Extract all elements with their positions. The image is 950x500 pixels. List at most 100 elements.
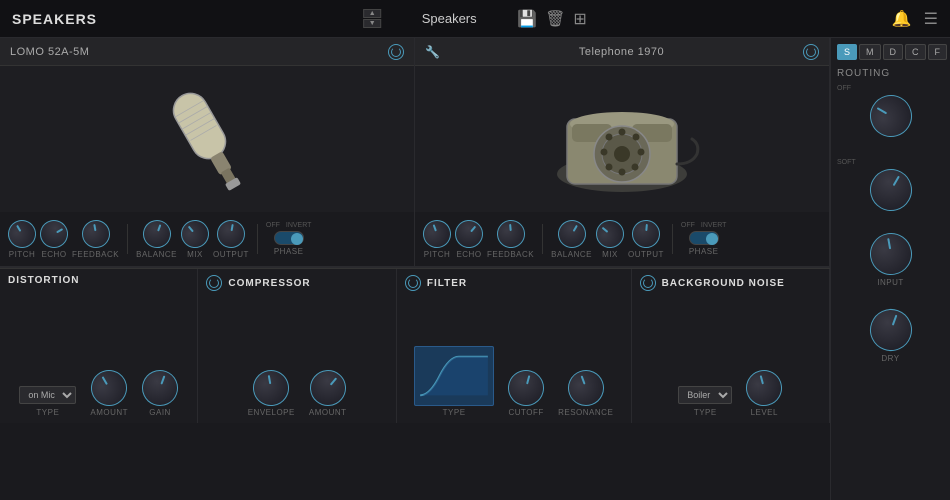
phase-switch-2[interactable] bbox=[689, 231, 719, 245]
routing-soft-knob[interactable] bbox=[862, 161, 919, 218]
preset-down-arrow[interactable]: ▼ bbox=[363, 19, 381, 28]
instrument-slot-lomo: LOMO 52A-5M bbox=[0, 38, 415, 267]
instrument-image-telephone bbox=[415, 66, 829, 212]
distortion-gain-label: GAIN bbox=[149, 408, 171, 417]
feedback-label-1: FEEDBACK bbox=[72, 250, 119, 259]
instrument-name-lomo: LOMO 52A-5M bbox=[10, 46, 89, 58]
compressor-power-btn[interactable] bbox=[206, 275, 222, 291]
sidebar-soft-group: SOFT bbox=[837, 159, 944, 211]
header: SPEAKERS ▲ ▼ Speakers 💾 🗑 ⊞ 🔔 ☰ bbox=[0, 0, 950, 38]
routing-off-knob[interactable] bbox=[862, 87, 919, 144]
wrench-icon[interactable]: 🔧 bbox=[425, 45, 440, 59]
distortion-title: DISTORTION bbox=[8, 275, 79, 286]
input-knob[interactable] bbox=[866, 230, 915, 279]
bg-noise-type-label: TYPE bbox=[694, 408, 717, 417]
power-button-telephone[interactable] bbox=[803, 44, 819, 60]
phase-switch-1[interactable] bbox=[274, 231, 304, 245]
knob-group-feedback-1: FEEDBACK bbox=[72, 220, 119, 259]
sidebar-dry-group: DRY bbox=[837, 309, 944, 363]
save-icon[interactable]: 💾 bbox=[517, 9, 537, 29]
filter-type-display[interactable] bbox=[414, 346, 494, 406]
tab-c[interactable]: C bbox=[905, 44, 926, 60]
power-button-lomo[interactable] bbox=[388, 44, 404, 60]
bg-noise-level-knob[interactable] bbox=[742, 366, 786, 410]
distortion-gain-knob[interactable] bbox=[137, 365, 183, 411]
compressor-amount-group: AMOUNT bbox=[309, 370, 347, 417]
output-label-2: OUTPUT bbox=[628, 250, 664, 259]
controls-row-lomo: PITCH ECHO FEEDBACK BALANCE bbox=[0, 212, 414, 267]
pitch-knob-2[interactable] bbox=[419, 216, 455, 252]
instrument-header-lomo: LOMO 52A-5M bbox=[0, 38, 414, 66]
mix-knob-2[interactable] bbox=[590, 214, 629, 253]
compressor-title: COMPRESSOR bbox=[228, 278, 310, 289]
echo-knob-2[interactable] bbox=[449, 214, 488, 253]
knob-group-feedback-2: FEEDBACK bbox=[487, 220, 534, 259]
knob-group-echo-1: ECHO bbox=[40, 220, 68, 259]
balance-knob-2[interactable] bbox=[552, 214, 590, 252]
balance-knob-1[interactable] bbox=[139, 216, 175, 252]
delete-icon[interactable]: 🗑 bbox=[545, 9, 565, 29]
pitch-label-1: PITCH bbox=[9, 250, 36, 259]
echo-knob-1[interactable] bbox=[35, 214, 73, 252]
output-knob-2[interactable] bbox=[631, 218, 661, 248]
instrument-image-lomo bbox=[0, 66, 414, 212]
preset-arrows[interactable]: ▲ ▼ bbox=[363, 9, 381, 28]
menu-icon[interactable]: ☰ bbox=[924, 9, 938, 29]
preset-up-arrow[interactable]: ▲ bbox=[363, 9, 381, 18]
compressor-panel: COMPRESSOR ENVELOPE AMOUNT bbox=[198, 269, 396, 423]
bg-noise-power-btn[interactable] bbox=[640, 275, 656, 291]
filter-title: FILTER bbox=[427, 278, 467, 289]
filter-power-btn[interactable] bbox=[405, 275, 421, 291]
distortion-amount-knob[interactable] bbox=[85, 363, 134, 412]
distortion-amount-group: AMOUNT bbox=[90, 370, 128, 417]
compressor-controls: ENVELOPE AMOUNT bbox=[206, 299, 387, 417]
filter-resonance-knob[interactable] bbox=[563, 365, 609, 411]
compressor-amount-label: AMOUNT bbox=[309, 408, 347, 417]
output-knob-1[interactable] bbox=[215, 217, 247, 249]
phase-invert-label-2: INVERT bbox=[701, 222, 727, 229]
bg-noise-type-group: Boiler TYPE bbox=[678, 386, 732, 417]
instrument-name-telephone: Telephone 1970 bbox=[579, 46, 664, 58]
tab-m[interactable]: M bbox=[859, 44, 881, 60]
knob-group-pitch-1: PITCH bbox=[8, 220, 36, 259]
phase-off-label-2: OFF bbox=[681, 222, 695, 229]
balance-label-2: BALANCE bbox=[551, 250, 592, 259]
filter-type-group: TYPE bbox=[414, 346, 494, 417]
background-noise-header: BACKGROUND NOISE bbox=[640, 275, 821, 291]
sidebar-soft-label: SOFT bbox=[837, 159, 856, 166]
main-content: LOMO 52A-5M bbox=[0, 38, 950, 500]
dry-label: DRY bbox=[881, 354, 899, 363]
compressor-envelope-knob[interactable] bbox=[250, 367, 292, 409]
compressor-envelope-group: ENVELOPE bbox=[248, 370, 295, 417]
sidebar-off-group: OFF bbox=[837, 85, 944, 137]
distortion-type-select[interactable]: on Mic bbox=[19, 386, 76, 404]
compressor-header: COMPRESSOR bbox=[206, 275, 387, 291]
tab-s[interactable]: S bbox=[837, 44, 857, 60]
bell-icon[interactable]: 🔔 bbox=[892, 9, 912, 29]
compressor-envelope-label: ENVELOPE bbox=[248, 408, 295, 417]
bg-noise-type-select[interactable]: Boiler bbox=[678, 386, 732, 404]
tab-row: S M D C F bbox=[837, 44, 944, 60]
instruments-panel: LOMO 52A-5M bbox=[0, 38, 830, 500]
phase-toggle-group-1: OFF INVERT PHASE bbox=[266, 222, 312, 256]
expand-icon[interactable]: ⊞ bbox=[573, 9, 586, 29]
filter-curve-svg bbox=[415, 347, 493, 405]
tab-d[interactable]: D bbox=[883, 44, 904, 60]
mix-label-2: MIX bbox=[602, 250, 618, 259]
mix-knob-1[interactable] bbox=[175, 214, 214, 253]
distortion-header: DISTORTION bbox=[8, 275, 189, 286]
feedback-knob-2[interactable] bbox=[495, 218, 525, 248]
bg-noise-level-group: LEVEL bbox=[746, 370, 782, 417]
filter-cutoff-knob[interactable] bbox=[504, 366, 548, 410]
right-sidebar: S M D C F ROUTING OFF SOFT INPUT DRY bbox=[830, 38, 950, 500]
knob-group-output-2: OUTPUT bbox=[628, 220, 664, 259]
distortion-gain-group: GAIN bbox=[142, 370, 178, 417]
background-noise-title: BACKGROUND NOISE bbox=[662, 278, 785, 289]
dry-knob[interactable] bbox=[864, 303, 918, 357]
ctrl-divider-3 bbox=[542, 224, 543, 254]
compressor-amount-knob[interactable] bbox=[302, 363, 353, 414]
pitch-knob-1[interactable] bbox=[3, 214, 41, 252]
phase-toggle-group-2: OFF INVERT PHASE bbox=[681, 222, 727, 256]
feedback-knob-1[interactable] bbox=[79, 217, 111, 249]
tab-f[interactable]: F bbox=[928, 44, 948, 60]
